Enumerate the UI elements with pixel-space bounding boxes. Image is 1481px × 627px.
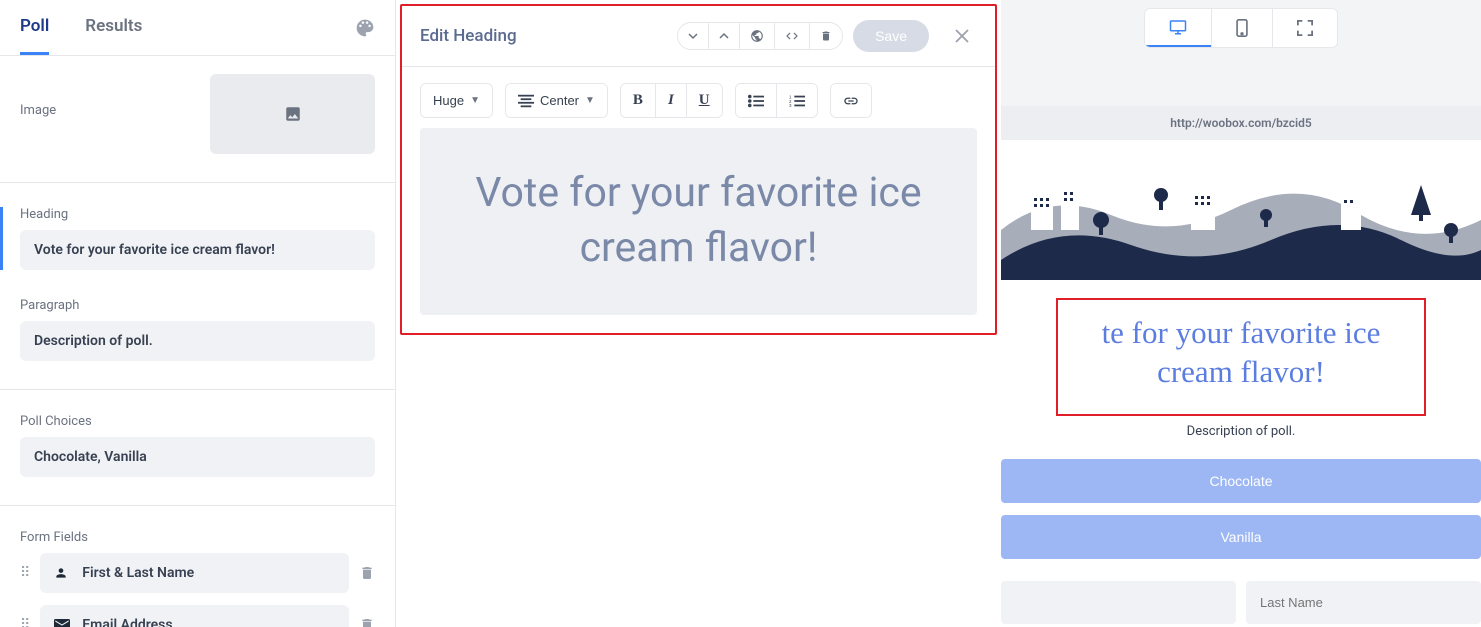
save-button[interactable]: Save <box>853 20 929 52</box>
close-button[interactable] <box>947 25 977 47</box>
editor-pane: Edit Heading Save <box>396 0 1001 627</box>
paragraph-value[interactable]: Description of poll. <box>20 321 375 361</box>
chevron-up-icon <box>719 31 729 41</box>
editor-title: Edit Heading <box>420 26 517 46</box>
globe-icon <box>750 29 764 43</box>
form-field-row: ⠿ First & Last Name <box>20 553 375 593</box>
number-list-icon: 123 <box>789 94 805 108</box>
number-list-button[interactable]: 123 <box>776 84 817 117</box>
align-select[interactable]: Center▼ <box>506 84 607 117</box>
delete-button[interactable] <box>809 23 842 49</box>
link-icon <box>843 93 859 109</box>
preview-heading-highlight: te for your favorite ice cream flavor! <box>1056 298 1426 416</box>
form-field-row: ⠿ Email Address <box>20 605 375 627</box>
last-name-input[interactable] <box>1246 581 1481 624</box>
trash-icon <box>820 29 832 43</box>
code-icon <box>785 29 799 43</box>
close-icon <box>955 29 969 43</box>
code-button[interactable] <box>774 23 809 49</box>
desktop-icon <box>1169 19 1187 35</box>
preview-pane: http://woobox.com/bzcid5 <box>1001 0 1481 627</box>
paragraph-label: Paragraph <box>20 298 375 313</box>
choice-chocolate[interactable]: Chocolate <box>1001 459 1481 503</box>
mobile-view-button[interactable] <box>1211 9 1272 47</box>
choices-label: Poll Choices <box>20 414 375 429</box>
preview-description: Description of poll. <box>1001 424 1481 439</box>
form-field-label: Email Address <box>82 617 172 627</box>
delete-field-button[interactable] <box>359 617 375 627</box>
italic-button[interactable]: I <box>655 84 686 117</box>
drag-handle-icon[interactable]: ⠿ <box>20 617 30 627</box>
preview-url: http://woobox.com/bzcid5 <box>1001 106 1481 140</box>
preview-choices: Chocolate Vanilla <box>1001 439 1481 581</box>
globe-button[interactable] <box>739 23 774 49</box>
fullscreen-view-button[interactable] <box>1272 9 1337 47</box>
move-down-button[interactable] <box>678 23 708 49</box>
heading-label: Heading <box>20 207 375 222</box>
image-placeholder[interactable] <box>210 74 375 154</box>
preview-heading[interactable]: te for your favorite ice cream flavor! <box>1068 314 1414 392</box>
bullet-list-icon <box>748 94 764 108</box>
move-up-button[interactable] <box>708 23 739 49</box>
form-field-name[interactable]: First & Last Name <box>40 553 349 593</box>
align-center-icon <box>518 94 534 108</box>
chevron-down-icon <box>688 31 698 41</box>
choices-value[interactable]: Chocolate, Vanilla <box>20 437 375 477</box>
email-icon <box>54 619 70 627</box>
font-size-select[interactable]: Huge▼ <box>421 84 492 117</box>
bold-button[interactable]: B <box>621 84 655 117</box>
editor-action-group <box>677 22 843 50</box>
fullscreen-icon <box>1297 20 1313 36</box>
palette-icon[interactable] <box>355 18 375 38</box>
tab-poll[interactable]: Poll <box>20 0 49 55</box>
tab-results[interactable]: Results <box>85 0 142 55</box>
device-switcher <box>1144 8 1338 48</box>
delete-field-button[interactable] <box>359 565 375 581</box>
sidebar: Poll Results Image Heading Vote for your… <box>0 0 396 627</box>
image-label: Image <box>20 103 56 118</box>
heading-value[interactable]: Vote for your favorite ice cream flavor! <box>20 230 375 270</box>
form-field-email[interactable]: Email Address <box>40 605 349 627</box>
heading-text[interactable]: Vote for your favorite ice cream flavor! <box>450 166 947 277</box>
first-name-input[interactable] <box>1001 581 1236 624</box>
rich-text-toolbar: Huge▼ Center▼ B I U 123 <box>402 67 995 128</box>
form-fields-label: Form Fields <box>20 530 375 545</box>
heading-content-editor[interactable]: Vote for your favorite ice cream flavor! <box>420 128 977 315</box>
mobile-icon <box>1236 19 1248 37</box>
image-icon <box>284 105 302 123</box>
drag-handle-icon[interactable]: ⠿ <box>20 565 30 581</box>
form-field-label: First & Last Name <box>82 565 194 581</box>
underline-button[interactable]: U <box>686 84 722 117</box>
desktop-view-button[interactable] <box>1145 9 1211 47</box>
edit-heading-panel: Edit Heading Save <box>400 4 997 335</box>
user-icon <box>54 566 70 580</box>
bullet-list-button[interactable] <box>736 84 776 117</box>
choice-vanilla[interactable]: Vanilla <box>1001 515 1481 559</box>
svg-text:3: 3 <box>789 103 792 108</box>
link-button[interactable] <box>831 84 871 117</box>
hero-image <box>1001 140 1481 280</box>
tabs: Poll Results <box>0 0 395 56</box>
